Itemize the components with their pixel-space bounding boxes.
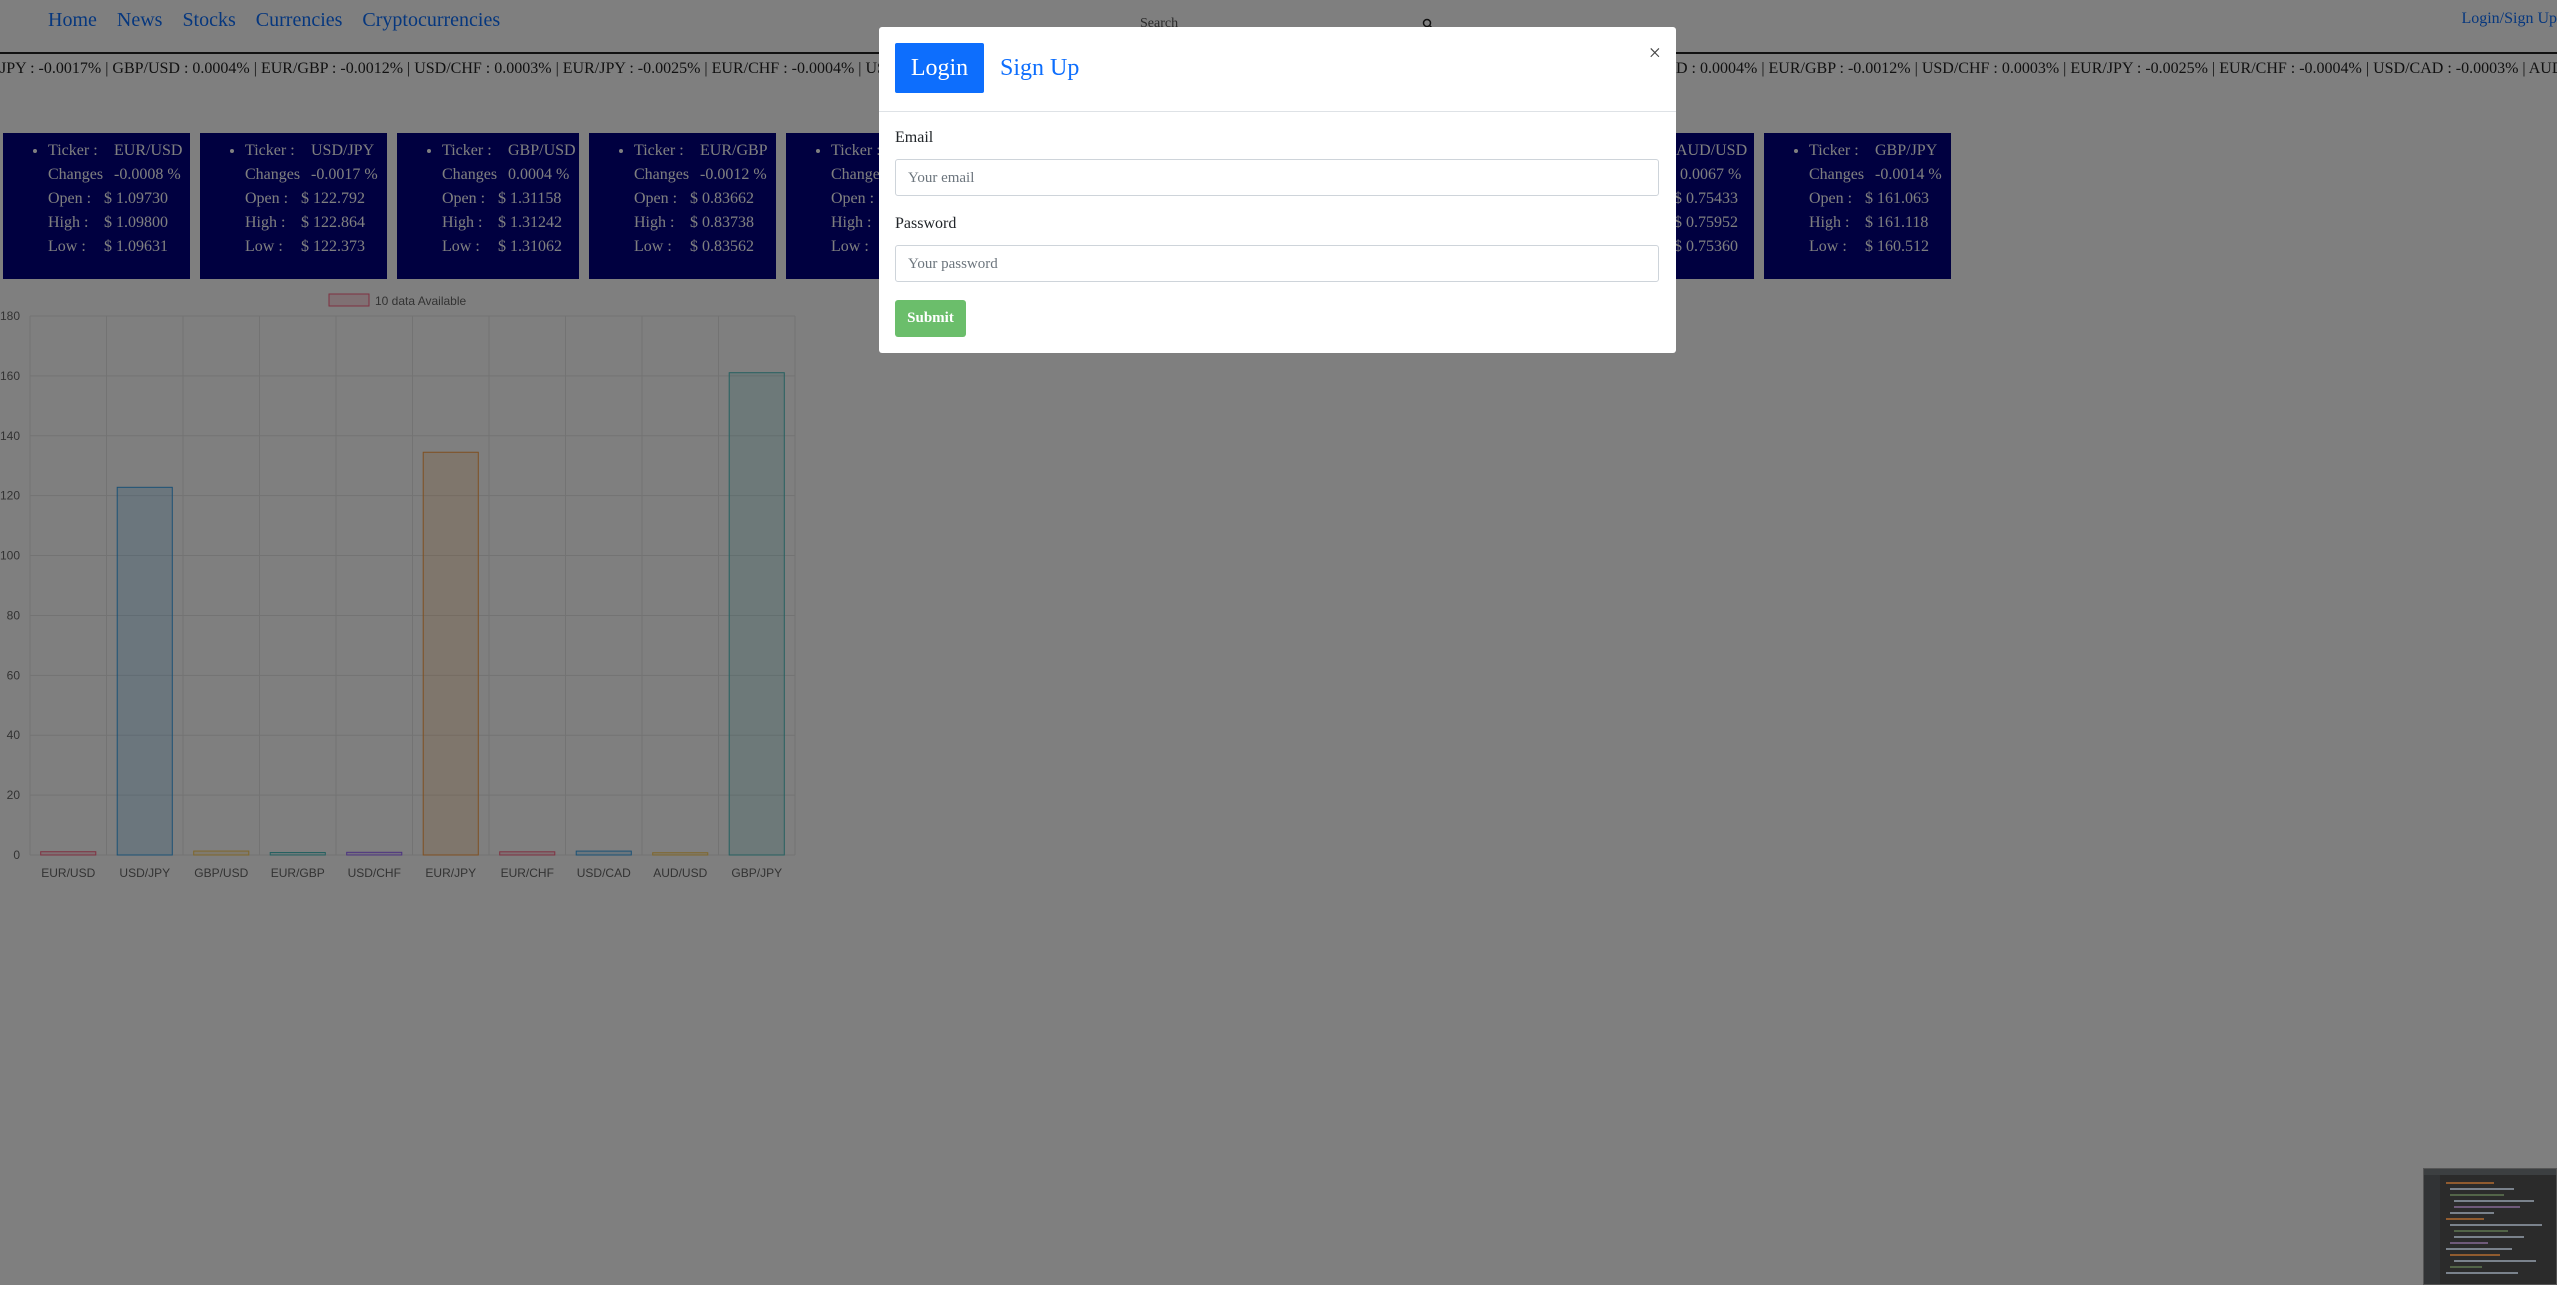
close-icon[interactable]: × — [1649, 40, 1661, 66]
login-modal: Login Sign Up × Email Your email Passwor… — [879, 27, 1676, 353]
tab-login[interactable]: Login — [895, 43, 984, 93]
code-preview-icon — [2424, 1169, 2556, 1284]
password-label: Password — [895, 215, 957, 232]
screenshot-thumbnail[interactable] — [2423, 1168, 2557, 1285]
password-field[interactable]: Your password — [895, 245, 1659, 282]
submit-button[interactable]: Submit — [895, 300, 966, 337]
tab-signup[interactable]: Sign Up — [1000, 43, 1079, 93]
modal-header: Login Sign Up × — [879, 27, 1676, 112]
email-label: Email — [895, 129, 934, 146]
email-field[interactable]: Your email — [895, 159, 1659, 196]
